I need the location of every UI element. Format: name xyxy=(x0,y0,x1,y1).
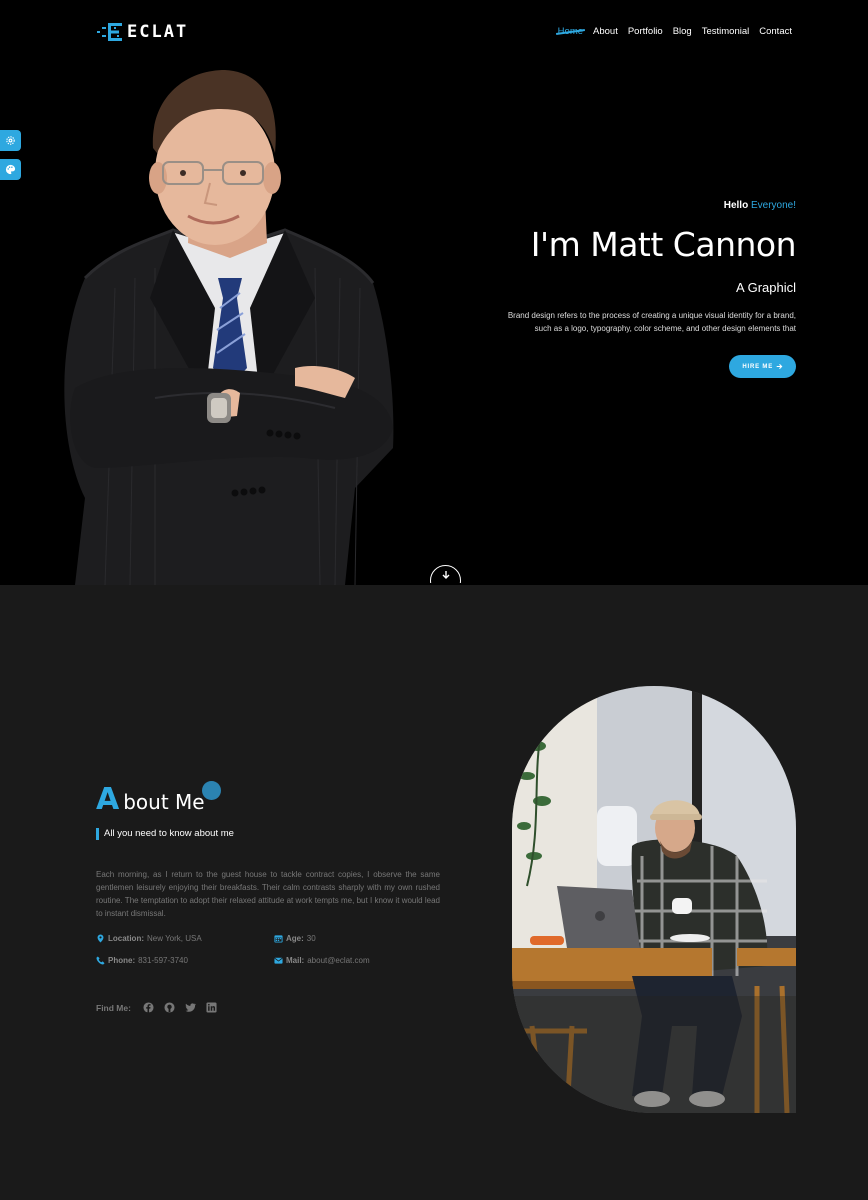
info-mail: Mail: about@eclat.com xyxy=(274,956,370,965)
gear-icon xyxy=(6,136,15,145)
location-value: New York, USA xyxy=(147,934,202,943)
settings-button[interactable] xyxy=(0,130,21,151)
find-me-row: Find Me: xyxy=(96,1002,217,1013)
about-title-rest: bout Me xyxy=(123,790,205,814)
find-me-label: Find Me: xyxy=(96,1002,131,1013)
about-paragraph: Each morning, as I return to the guest h… xyxy=(96,870,440,918)
nav-portfolio[interactable]: Portfolio xyxy=(628,26,663,37)
hero-name: I'm Matt Cannon xyxy=(530,225,797,264)
phone-value: 831-597-3740 xyxy=(138,956,188,965)
nav-contact[interactable]: Contact xyxy=(759,26,792,37)
hero-greeting: Hello Everyone! xyxy=(476,200,796,211)
greeting-text: Hello xyxy=(723,200,749,211)
age-label: Age: xyxy=(286,934,304,943)
linkedin-icon[interactable] xyxy=(206,1002,217,1013)
envelope-icon xyxy=(274,957,283,964)
facebook-icon[interactable] xyxy=(143,1002,154,1013)
nav-about[interactable]: About xyxy=(593,26,618,37)
phone-label: Phone: xyxy=(108,956,136,965)
twitter-icon[interactable] xyxy=(185,1002,196,1013)
map-pin-icon xyxy=(97,934,104,943)
about-photo xyxy=(512,686,796,1113)
palette-icon xyxy=(5,164,16,175)
cafe-photo-image xyxy=(512,686,796,1113)
info-age: Age: 30 xyxy=(274,934,316,943)
mail-value[interactable]: about@eclat.com xyxy=(307,956,369,965)
phone-icon xyxy=(96,956,105,965)
side-tools xyxy=(0,130,21,180)
greeting-accent: Everyone! xyxy=(750,200,796,211)
hire-me-button[interactable]: HIRE ME xyxy=(729,355,796,378)
hero-description: Brand design refers to the process of cr… xyxy=(507,311,796,333)
about-title: A bout Me xyxy=(96,781,221,817)
nav-testimonial[interactable]: Testimonial xyxy=(702,26,750,37)
location-label: Location: xyxy=(108,934,144,943)
arrow-right-icon xyxy=(776,364,783,369)
about-subtitle: All you need to know about me xyxy=(96,828,234,840)
color-palette-button[interactable] xyxy=(0,159,21,180)
github-icon[interactable] xyxy=(164,1002,175,1013)
about-section: A bout Me All you need to know about me … xyxy=(0,585,868,1200)
hero-portrait-image xyxy=(64,70,394,585)
main-nav: Home About Portfolio Blog Testimonial Co… xyxy=(558,26,792,37)
calendar-icon xyxy=(274,935,283,943)
hero-role: A Graphicl xyxy=(736,280,796,295)
hire-me-label: HIRE ME xyxy=(742,363,773,370)
info-location: Location: New York, USA xyxy=(96,934,202,943)
mail-label: Mail: xyxy=(286,956,305,965)
nav-home[interactable]: Home xyxy=(558,26,583,37)
hero-text-block: Hello Everyone! I'm Matt Cannon A Graphi… xyxy=(476,200,797,378)
hero-section: ECLAT Home About Portfolio Blog Testimon… xyxy=(0,0,868,585)
logo[interactable]: ECLAT xyxy=(97,22,188,42)
logo-mark-icon xyxy=(97,23,122,41)
info-phone: Phone: 831-597-3740 xyxy=(96,956,188,965)
about-title-initial: A xyxy=(96,782,120,817)
arrow-down-icon xyxy=(442,570,449,579)
nav-blog[interactable]: Blog xyxy=(673,26,692,37)
logo-text: ECLAT xyxy=(127,22,189,42)
title-decoration-dot xyxy=(202,781,221,800)
age-value: 30 xyxy=(306,934,316,943)
